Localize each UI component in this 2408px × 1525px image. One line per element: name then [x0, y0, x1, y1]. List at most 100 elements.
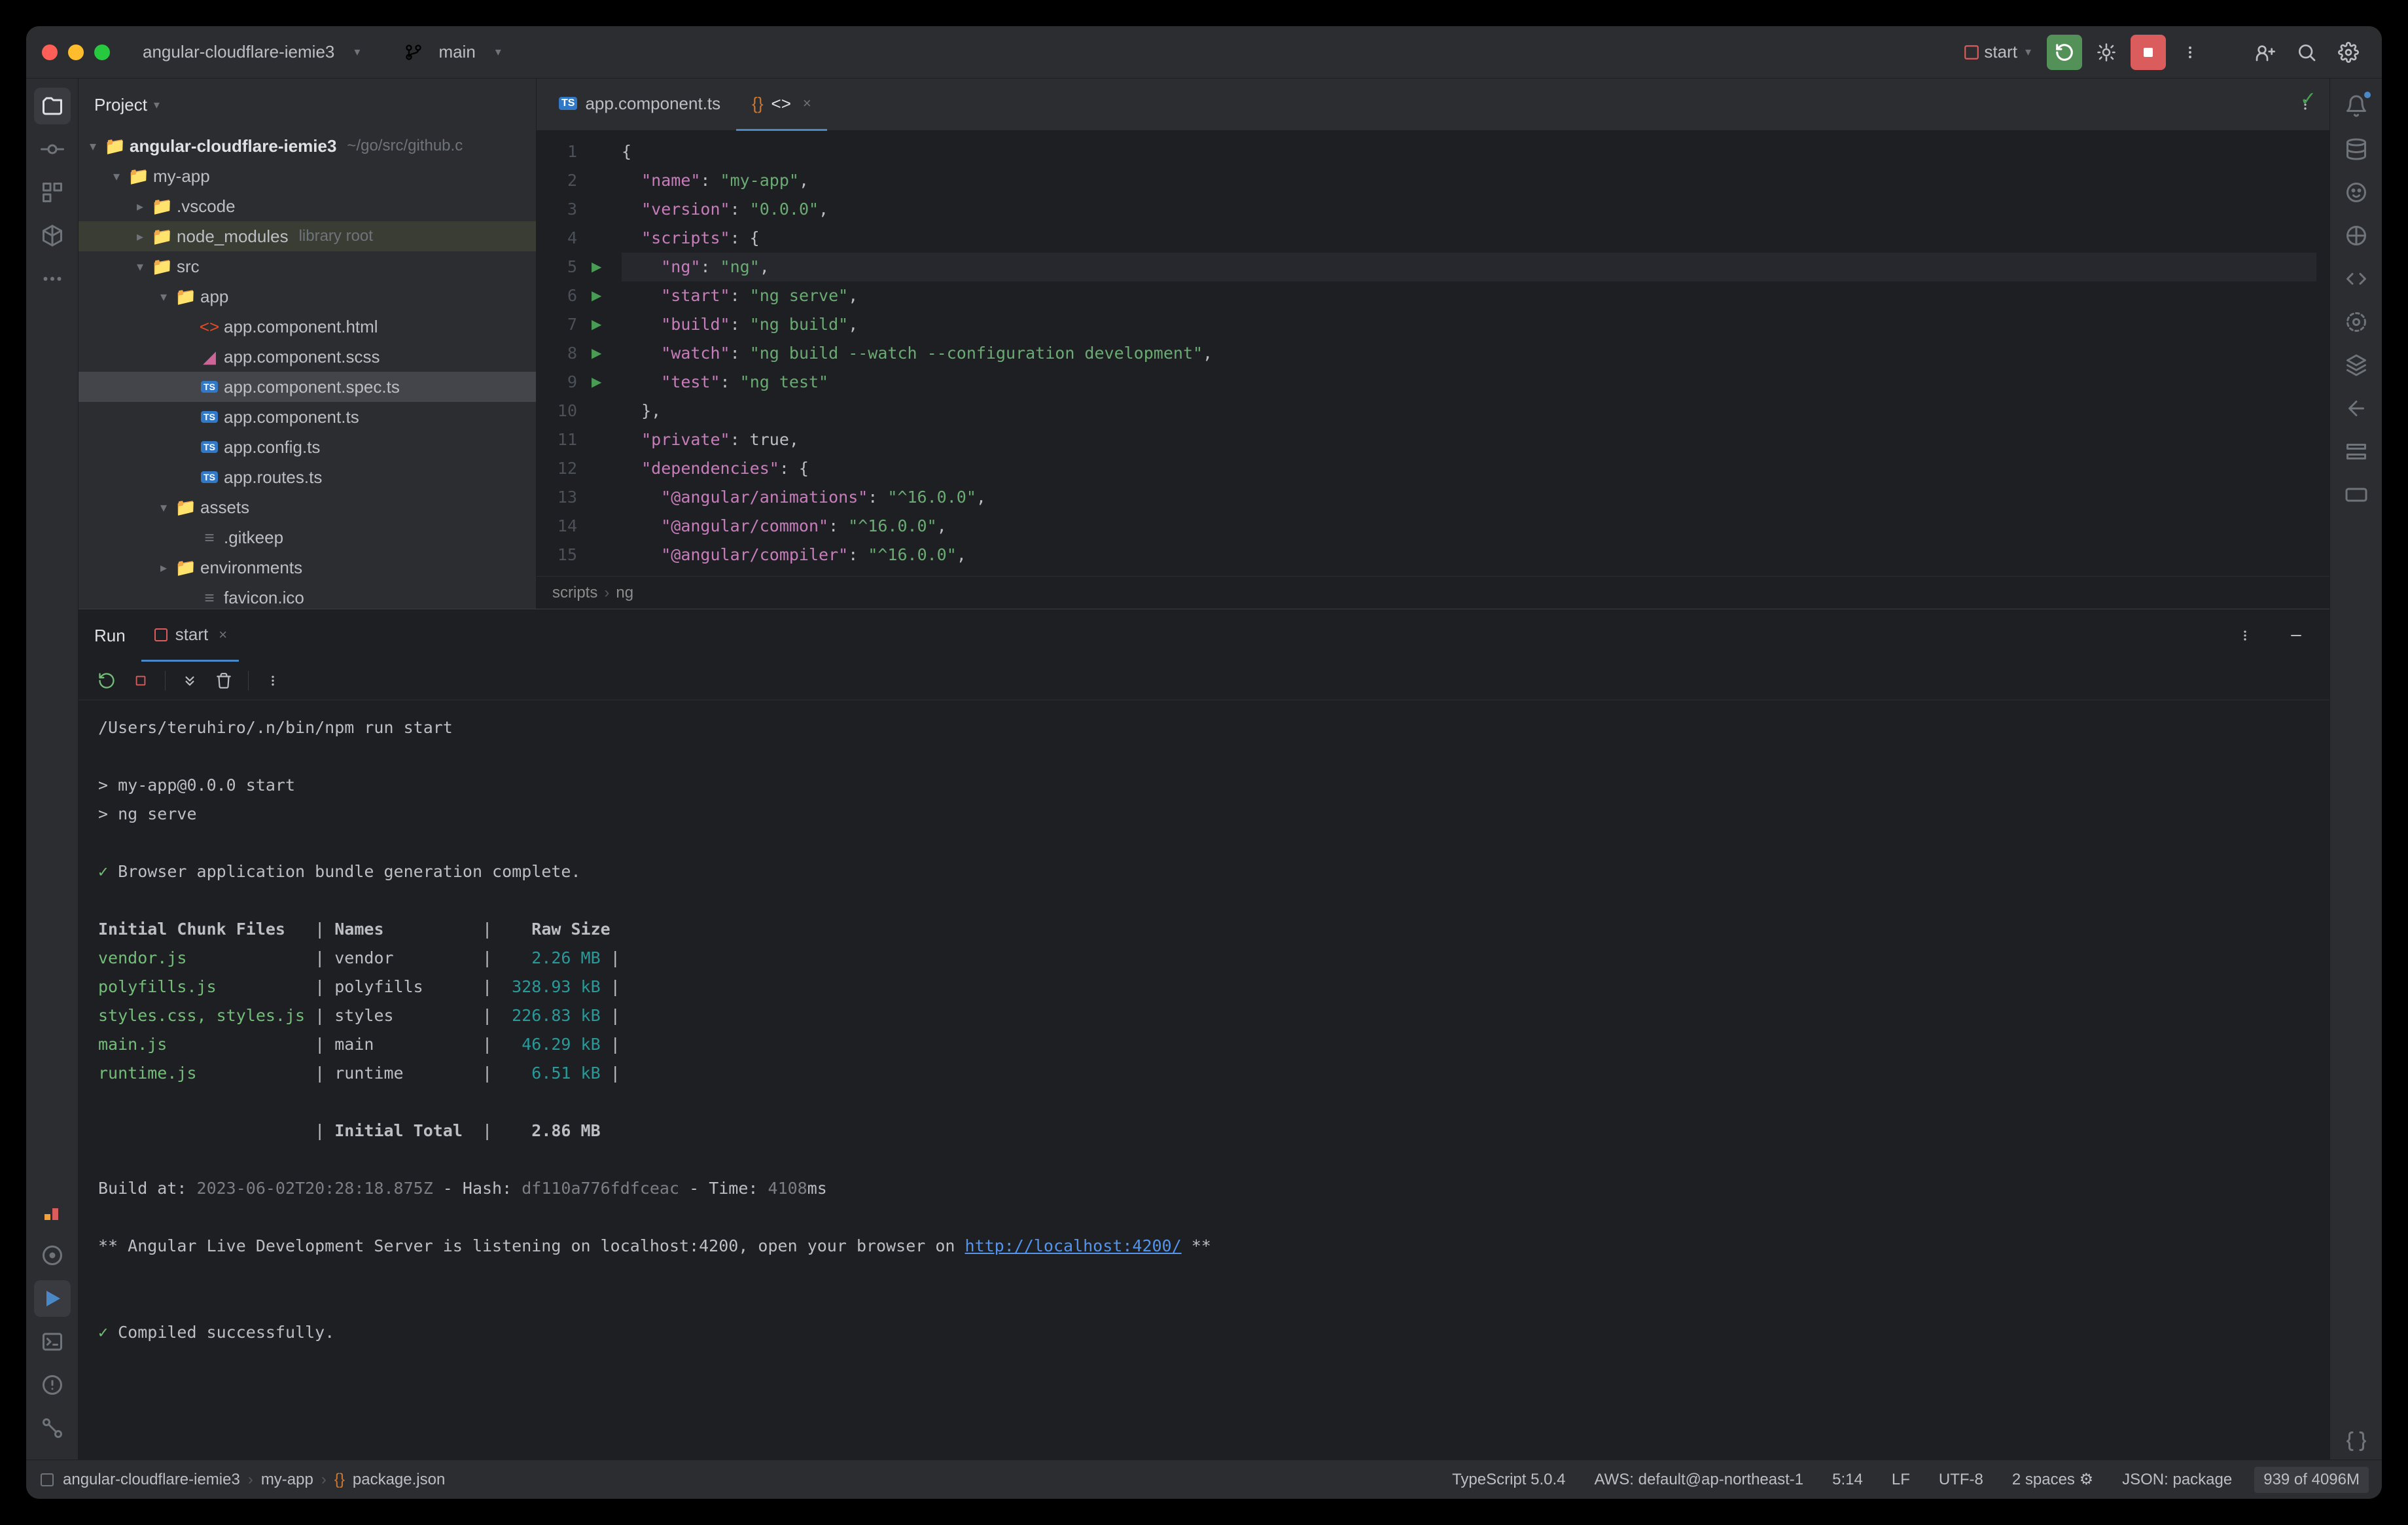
statusbar-path[interactable]: angular-cloudflare-iemie3 › my-app › {} …	[39, 1471, 445, 1489]
tree-item[interactable]: ▸📁environments	[79, 552, 536, 583]
endpoints-tool-button[interactable]	[2338, 390, 2375, 427]
editor-gutter-play[interactable]: ▶▶▶▶▶	[589, 131, 609, 576]
more-actions-button[interactable]	[2172, 35, 2208, 70]
tree-item[interactable]: ▸📁node_moduleslibrary root	[79, 221, 536, 251]
braces-tool-button[interactable]	[2338, 1423, 2375, 1460]
rerun-button[interactable]	[92, 666, 122, 696]
tree-item[interactable]: ▾📁app	[79, 281, 536, 312]
commit-tool-button[interactable]	[34, 131, 71, 168]
search-everywhere-button[interactable]	[2289, 35, 2324, 70]
terminal-side-button[interactable]	[2338, 433, 2375, 470]
path-segment[interactable]: angular-cloudflare-iemie3	[63, 1471, 240, 1489]
rerun-button[interactable]	[2047, 35, 2082, 70]
run-tool-button[interactable]	[34, 1280, 71, 1317]
layers-tool-button[interactable]	[2338, 347, 2375, 384]
build-tool-button[interactable]	[2338, 304, 2375, 340]
run-panel-title: Run	[94, 626, 126, 646]
debug-button[interactable]	[2089, 35, 2124, 70]
tree-item[interactable]: <>app.component.html	[79, 312, 536, 342]
run-more-button[interactable]	[2227, 618, 2263, 653]
git-tool-button[interactable]	[34, 1410, 71, 1446]
branch-name[interactable]: main	[438, 42, 475, 62]
run-tool-window: Run start ×	[79, 609, 2329, 1460]
close-icon[interactable]: ×	[803, 95, 811, 112]
output-more-button[interactable]	[258, 666, 288, 696]
project-panel: Project ▾ ▾📁angular-cloudflare-iemie3~/g…	[79, 79, 537, 609]
chevron-down-icon[interactable]: ▾	[154, 98, 160, 112]
tree-item[interactable]: ▾📁assets	[79, 492, 536, 522]
tree-item[interactable]: ▾📁my-app	[79, 161, 536, 191]
database-tool-button[interactable]	[2338, 131, 2375, 168]
codewhisperer-button[interactable]	[2338, 260, 2375, 297]
npm-icon	[1963, 44, 1980, 61]
tree-item[interactable]: TSapp.component.ts	[79, 402, 536, 432]
editor-breadcrumb[interactable]: scripts › ng	[537, 576, 2329, 609]
chevron-down-icon[interactable]: ▾	[495, 45, 501, 59]
project-panel-title: Project	[94, 95, 147, 115]
typescript-version[interactable]: TypeScript 5.0.4	[1445, 1471, 1572, 1489]
breadcrumb-item[interactable]: ng	[616, 584, 633, 602]
settings-button[interactable]	[2331, 35, 2366, 70]
editor-tab[interactable]: TSapp.component.ts	[543, 79, 736, 131]
tree-item-root[interactable]: ▾📁angular-cloudflare-iemie3~/go/src/gith…	[79, 131, 536, 161]
tree-item[interactable]: ≡.gitkeep	[79, 522, 536, 552]
right-tool-strip	[2329, 79, 2382, 1460]
package-tool-button[interactable]	[34, 217, 71, 254]
notifications-button[interactable]	[2338, 88, 2375, 124]
terminal-tool-button[interactable]	[34, 1323, 71, 1360]
structure-tool-button[interactable]	[34, 174, 71, 211]
project-tool-button[interactable]	[34, 88, 71, 124]
problems-indicator[interactable]: ✓	[2300, 88, 2316, 111]
folder-icon	[39, 1472, 55, 1488]
keymap-button[interactable]	[2338, 476, 2375, 513]
project-tree[interactable]: ▾📁angular-cloudflare-iemie3~/go/src/gith…	[79, 131, 536, 609]
titlebar: angular-cloudflare-iemie3 ▾ main ▾ start…	[26, 26, 2382, 79]
coverage-tool-button[interactable]	[34, 1194, 71, 1230]
editor-content[interactable]: { "name": "my-app", "version": "0.0.0", …	[609, 131, 2329, 576]
editor-gutter: 12345678910111213141516	[537, 131, 589, 576]
tree-item[interactable]: ▸📁.vscode	[79, 191, 536, 221]
window-close-button[interactable]	[42, 45, 58, 60]
path-segment[interactable]: my-app	[261, 1471, 313, 1489]
clear-button[interactable]	[209, 666, 239, 696]
file-encoding[interactable]: UTF-8	[1932, 1471, 1990, 1489]
project-name[interactable]: angular-cloudflare-iemie3	[143, 42, 334, 62]
more-tools-button[interactable]	[34, 260, 71, 297]
cursor-position[interactable]: 5:14	[1826, 1471, 1869, 1489]
tree-item[interactable]: TSapp.routes.ts	[79, 462, 536, 492]
line-ending[interactable]: LF	[1885, 1471, 1917, 1489]
code-with-me-button[interactable]	[2247, 35, 2282, 70]
stop-button[interactable]	[2131, 35, 2166, 70]
indent-settings[interactable]: 2 spaces ⚙	[2006, 1470, 2100, 1489]
tree-item[interactable]: ▾📁src	[79, 251, 536, 281]
chevron-down-icon[interactable]: ▾	[354, 45, 360, 59]
editor-tabs: TSapp.component.ts{}<>× ✓	[537, 79, 2329, 131]
run-tab-label: start	[175, 624, 209, 645]
run-output[interactable]: /Users/teruhiro/.n/bin/npm run start > m…	[79, 700, 2329, 1460]
close-icon[interactable]: ×	[219, 626, 227, 643]
aws-status[interactable]: AWS: default@ap-northeast-1	[1588, 1471, 1811, 1489]
stop-button[interactable]	[126, 666, 156, 696]
minimize-panel-button[interactable]	[2278, 618, 2314, 653]
tree-item[interactable]: TSapp.config.ts	[79, 432, 536, 462]
tree-item[interactable]: ◢app.component.scss	[79, 342, 536, 372]
window-minimize-button[interactable]	[68, 45, 84, 60]
tree-item[interactable]: TSapp.component.spec.ts	[79, 372, 536, 402]
aws-toolkit-button[interactable]	[2338, 217, 2375, 254]
branch-icon	[404, 43, 423, 62]
editor-area: TSapp.component.ts{}<>× ✓ 12345678910111…	[537, 79, 2329, 609]
breadcrumb-item[interactable]: scripts	[552, 584, 597, 602]
services-tool-button[interactable]	[34, 1237, 71, 1274]
editor-tab[interactable]: {}<>×	[736, 79, 827, 131]
path-segment[interactable]: package.json	[353, 1471, 445, 1489]
statusbar: angular-cloudflare-iemie3 › my-app › {} …	[26, 1460, 2382, 1499]
ai-assistant-button[interactable]	[2338, 174, 2375, 211]
run-tab-start[interactable]: start ×	[141, 609, 239, 662]
json-schema[interactable]: JSON: package	[2116, 1471, 2239, 1489]
memory-indicator[interactable]: 939 of 4096M	[2254, 1467, 2369, 1493]
problems-tool-button[interactable]	[34, 1367, 71, 1403]
scroll-to-end-button[interactable]	[175, 666, 205, 696]
window-maximize-button[interactable]	[94, 45, 110, 60]
run-configuration-selector[interactable]: start ▾	[1954, 39, 2040, 65]
tree-item[interactable]: ≡favicon.ico	[79, 583, 536, 609]
